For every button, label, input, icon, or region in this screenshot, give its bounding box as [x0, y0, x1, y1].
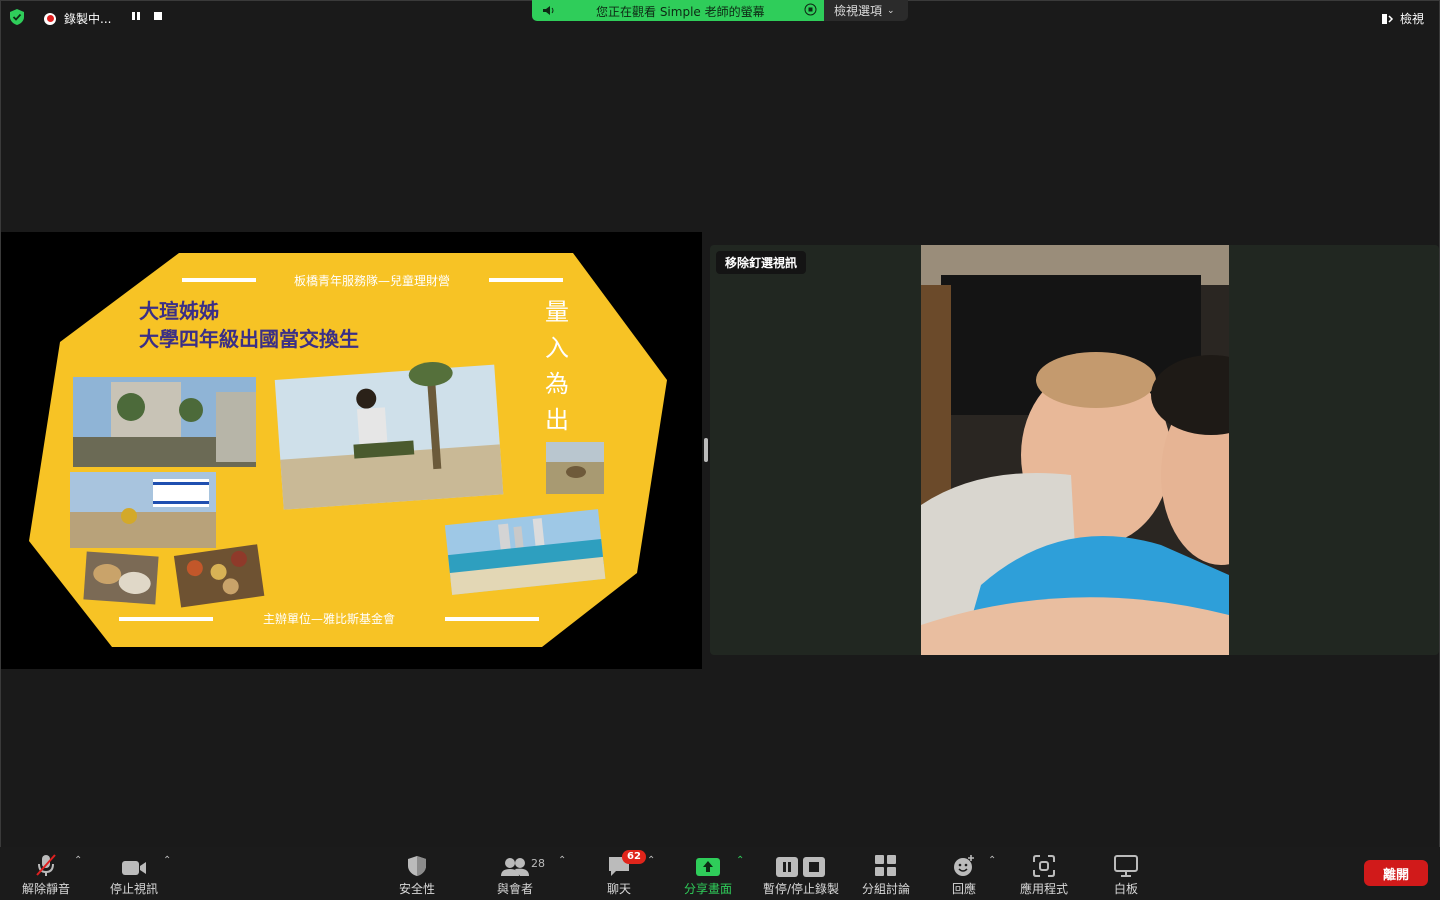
stop-video-label: 停止視訊	[109, 882, 158, 896]
participants-options-caret[interactable]: ⌃	[558, 855, 566, 866]
chevron-down-icon: ⌄	[887, 5, 895, 16]
slide-title-line2: 大學四年級出國當交換生	[139, 327, 359, 351]
viewing-banner: 您正在觀看 Simple 老師的螢幕	[532, 0, 824, 21]
share-screen-button[interactable]: 分享畫面	[680, 847, 736, 900]
split-divider-handle[interactable]	[704, 438, 708, 462]
video-options-caret[interactable]: ⌃	[163, 855, 171, 866]
view-button[interactable]: 檢視	[1381, 10, 1424, 27]
breakout-rooms-label: 分組討論	[861, 882, 910, 896]
whiteboard-label: 白板	[1113, 882, 1138, 896]
participants-label: 與會者	[496, 882, 533, 896]
unpin-video-button[interactable]: 移除釘選視訊	[716, 251, 807, 274]
security-button[interactable]: 安全性	[392, 847, 442, 900]
video-camera-icon	[122, 861, 146, 875]
pause-stop-recording-button[interactable]: 暫停/停止錄製	[758, 847, 844, 900]
slide-footer: 主辦單位—雅比斯基金會	[263, 611, 395, 626]
photo-food-plate	[83, 551, 159, 605]
whiteboard-icon	[1114, 855, 1138, 877]
photo-university-building	[73, 377, 256, 467]
share-options-caret[interactable]: ⌃	[736, 855, 744, 866]
view-options-label: 檢視選項	[834, 4, 883, 18]
muted-mic-icon	[36, 854, 56, 876]
unmute-label: 解除靜音	[21, 882, 70, 896]
pause-stop-recording-label: 暫停/停止錄製	[762, 882, 840, 896]
apps-label: 應用程式	[1019, 882, 1068, 896]
recording-label: 錄製中...	[64, 12, 112, 26]
screen-share-banner: 您正在觀看 Simple 老師的螢幕 檢視選項 ⌄	[532, 0, 908, 21]
security-label: 安全性	[398, 882, 435, 896]
audio-options-caret[interactable]: ⌃	[74, 855, 82, 866]
reactions-options-caret[interactable]: ⌃	[988, 855, 996, 866]
security-shield-icon[interactable]	[10, 9, 24, 25]
apps-icon	[1033, 855, 1055, 877]
photo-jerusalem	[70, 472, 216, 548]
meeting-toolbar: 解除靜音 ⌃ 停止視訊 ⌃ 安全性 與會者 28 ⌃ 聊天 62 ⌃ 分享畫面 …	[0, 847, 1440, 900]
chat-label: 聊天	[606, 882, 631, 896]
motto-char-2: 入	[545, 334, 569, 362]
recording-indicator: 錄製中...	[44, 10, 111, 27]
view-label: 檢視	[1399, 12, 1424, 26]
slide-header: 板橋青年服務隊—兒童理財營	[294, 273, 450, 288]
pause-stop-icon	[776, 857, 825, 877]
stop-recording-icon[interactable]	[153, 11, 163, 21]
stop-viewing-icon[interactable]	[804, 3, 817, 16]
share-screen-label: 分享畫面	[683, 882, 732, 896]
viewing-text: 您正在觀看 Simple 老師的螢幕	[596, 5, 765, 19]
view-options-button[interactable]: 檢視選項 ⌄	[824, 0, 908, 21]
whiteboard-button[interactable]: 白板	[1106, 847, 1146, 900]
reactions-smiley-icon	[954, 855, 974, 876]
breakout-rooms-button[interactable]: 分組討論	[858, 847, 914, 900]
pinned-video-tile[interactable]: 移除釘選視訊	[710, 245, 1439, 655]
participants-button[interactable]: 與會者	[490, 847, 540, 900]
speaker-icon	[543, 6, 554, 15]
share-screen-icon	[696, 858, 720, 876]
chat-options-caret[interactable]: ⌃	[647, 855, 655, 866]
shared-screen: 板橋青年服務隊—兒童理財營 大瑄姊姊 大學四年級出國當交換生 量 入 為 出 主…	[1, 232, 702, 669]
slide: 板橋青年服務隊—兒童理財營 大瑄姊姊 大學四年級出國當交換生 量 入 為 出 主…	[29, 253, 667, 647]
slide-title-line1: 大瑄姊姊	[139, 299, 219, 323]
pause-recording-icon[interactable]	[131, 11, 141, 21]
chat-unread-badge: 62	[622, 850, 646, 864]
participants-icon	[501, 858, 529, 876]
participants-count: 28	[531, 857, 545, 870]
reactions-label: 回應	[951, 882, 976, 896]
photo-camel	[546, 442, 604, 494]
leave-button[interactable]: 離開	[1364, 860, 1428, 886]
motto-char-3: 為	[545, 370, 569, 398]
breakout-rooms-icon	[875, 855, 896, 876]
stop-video-button[interactable]: 停止視訊	[106, 847, 162, 900]
unmute-button[interactable]: 解除靜音	[18, 847, 74, 900]
participant-video	[921, 245, 1229, 655]
motto-char-4: 出	[545, 406, 569, 434]
motto-char-1: 量	[545, 298, 569, 326]
record-icon	[44, 12, 56, 25]
photo-traveler-sitting	[274, 362, 504, 510]
reactions-button[interactable]: 回應	[944, 847, 984, 900]
top-bar: 錄製中... 您正在觀看 Simple 老師的螢幕 檢視選項 ⌄ 檢視	[0, 0, 1440, 34]
apps-button[interactable]: 應用程式	[1014, 847, 1074, 900]
view-layout-icon	[1381, 13, 1394, 24]
security-shield-toolbar-icon	[408, 856, 426, 876]
